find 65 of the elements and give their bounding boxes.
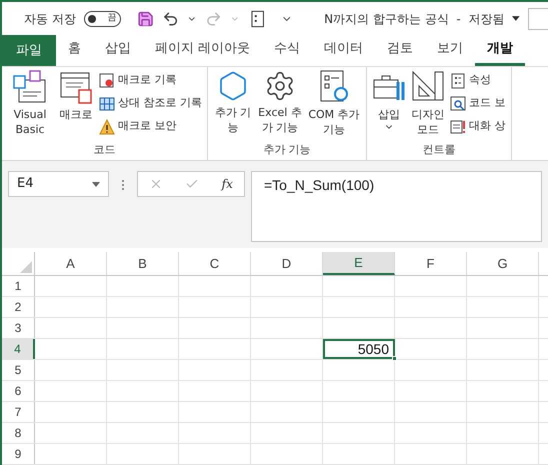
insert-function-button[interactable]: fx (222, 175, 233, 193)
ribbon-button[interactable]: COM 추가 기능 (307, 67, 361, 143)
column-header[interactable]: E (323, 252, 395, 275)
row-header[interactable]: 5 (2, 360, 35, 380)
magnifier-page-icon (450, 96, 466, 112)
file-tab[interactable]: 파일 (2, 35, 56, 66)
ribbon-button[interactable]: 추가 기능 (213, 67, 253, 143)
search-field[interactable] (528, 8, 548, 30)
formula-input-field[interactable]: =To_N_Sum(100) (251, 171, 542, 242)
properties-list-icon (450, 72, 466, 88)
ribbon-tab[interactable]: 보기 (425, 35, 476, 66)
ribbon-small-button[interactable]: 매크로 기록 (99, 70, 202, 91)
redo-icon[interactable] (204, 10, 222, 28)
dropdown-caret-icon (92, 182, 100, 186)
column-header[interactable]: F (395, 252, 467, 275)
row-header[interactable]: 1 (2, 276, 35, 296)
ribbon-small-button[interactable]: 속성 (450, 70, 506, 91)
undo-icon[interactable] (162, 10, 179, 28)
hexagon-icon (217, 70, 249, 102)
row-header[interactable]: 6 (2, 381, 35, 401)
autosave-toggle[interactable]: 끔 (84, 10, 121, 26)
ribbon-button[interactable]: 매크로 (55, 67, 97, 143)
caret-icon[interactable] (512, 16, 520, 21)
column-header[interactable]: G (467, 252, 539, 275)
form-icon[interactable] (251, 10, 265, 28)
row-header[interactable]: 4 (2, 339, 35, 359)
row-header[interactable]: 3 (2, 318, 35, 338)
warning-icon (99, 118, 115, 134)
corner-triangle-icon (20, 261, 32, 273)
record-icon (99, 72, 115, 88)
row-header[interactable]: 7 (2, 402, 35, 422)
ribbon-button[interactable]: 삽입 (372, 67, 406, 143)
row-header[interactable]: 9 (2, 444, 35, 464)
ribbon-tab[interactable]: 수식 (262, 35, 312, 66)
drag-handle-icon[interactable] (121, 179, 125, 191)
ribbon-small-button[interactable]: 코드 보 (450, 93, 506, 114)
macro-sheet-icon (59, 70, 93, 104)
ribbon-small-button[interactable]: 대화 상 (450, 116, 506, 137)
ribbon-tab[interactable]: 홈 (56, 35, 93, 66)
code-window-icon (13, 70, 47, 104)
document-title: N까지의 합구하는 공식 - 저장됨 (324, 10, 504, 28)
cell[interactable]: 5050 (323, 339, 395, 359)
ribbon-tab[interactable]: 삽입 (93, 35, 143, 66)
ribbon-small-button[interactable]: 매크로 보안 (99, 116, 202, 137)
ribbon-small-button[interactable]: 상대 참조로 기록 (99, 93, 202, 114)
save-icon[interactable] (136, 10, 154, 28)
group-label: 코드 (94, 143, 116, 158)
row-header[interactable]: 2 (2, 297, 35, 317)
column-header[interactable]: C (179, 252, 251, 275)
ribbon-tab[interactable]: 페이지 레이아웃 (143, 35, 262, 66)
ribbon-tab[interactable]: 데이터 (312, 35, 376, 66)
column-header[interactable]: B (107, 252, 179, 275)
group-label: 컨트롤 (422, 143, 456, 158)
autosave-label: 자동 저장 (24, 10, 76, 28)
row-header[interactable]: 8 (2, 423, 35, 443)
table-grid-icon (99, 96, 115, 112)
dialog-sheet-icon (450, 118, 466, 134)
ribbon-button[interactable]: 디자인 모드 (408, 67, 448, 143)
fill-handle[interactable] (392, 356, 397, 361)
column-header[interactable]: A (35, 252, 107, 275)
group-label: 추가 기능 (263, 143, 311, 158)
ribbon-button[interactable]: Excel 추가 기능 (255, 67, 305, 143)
ribbon-tab[interactable]: 검토 (375, 35, 426, 66)
name-box[interactable]: E4 (8, 171, 109, 197)
ribbon-button[interactable]: Visual Basic (7, 67, 53, 143)
